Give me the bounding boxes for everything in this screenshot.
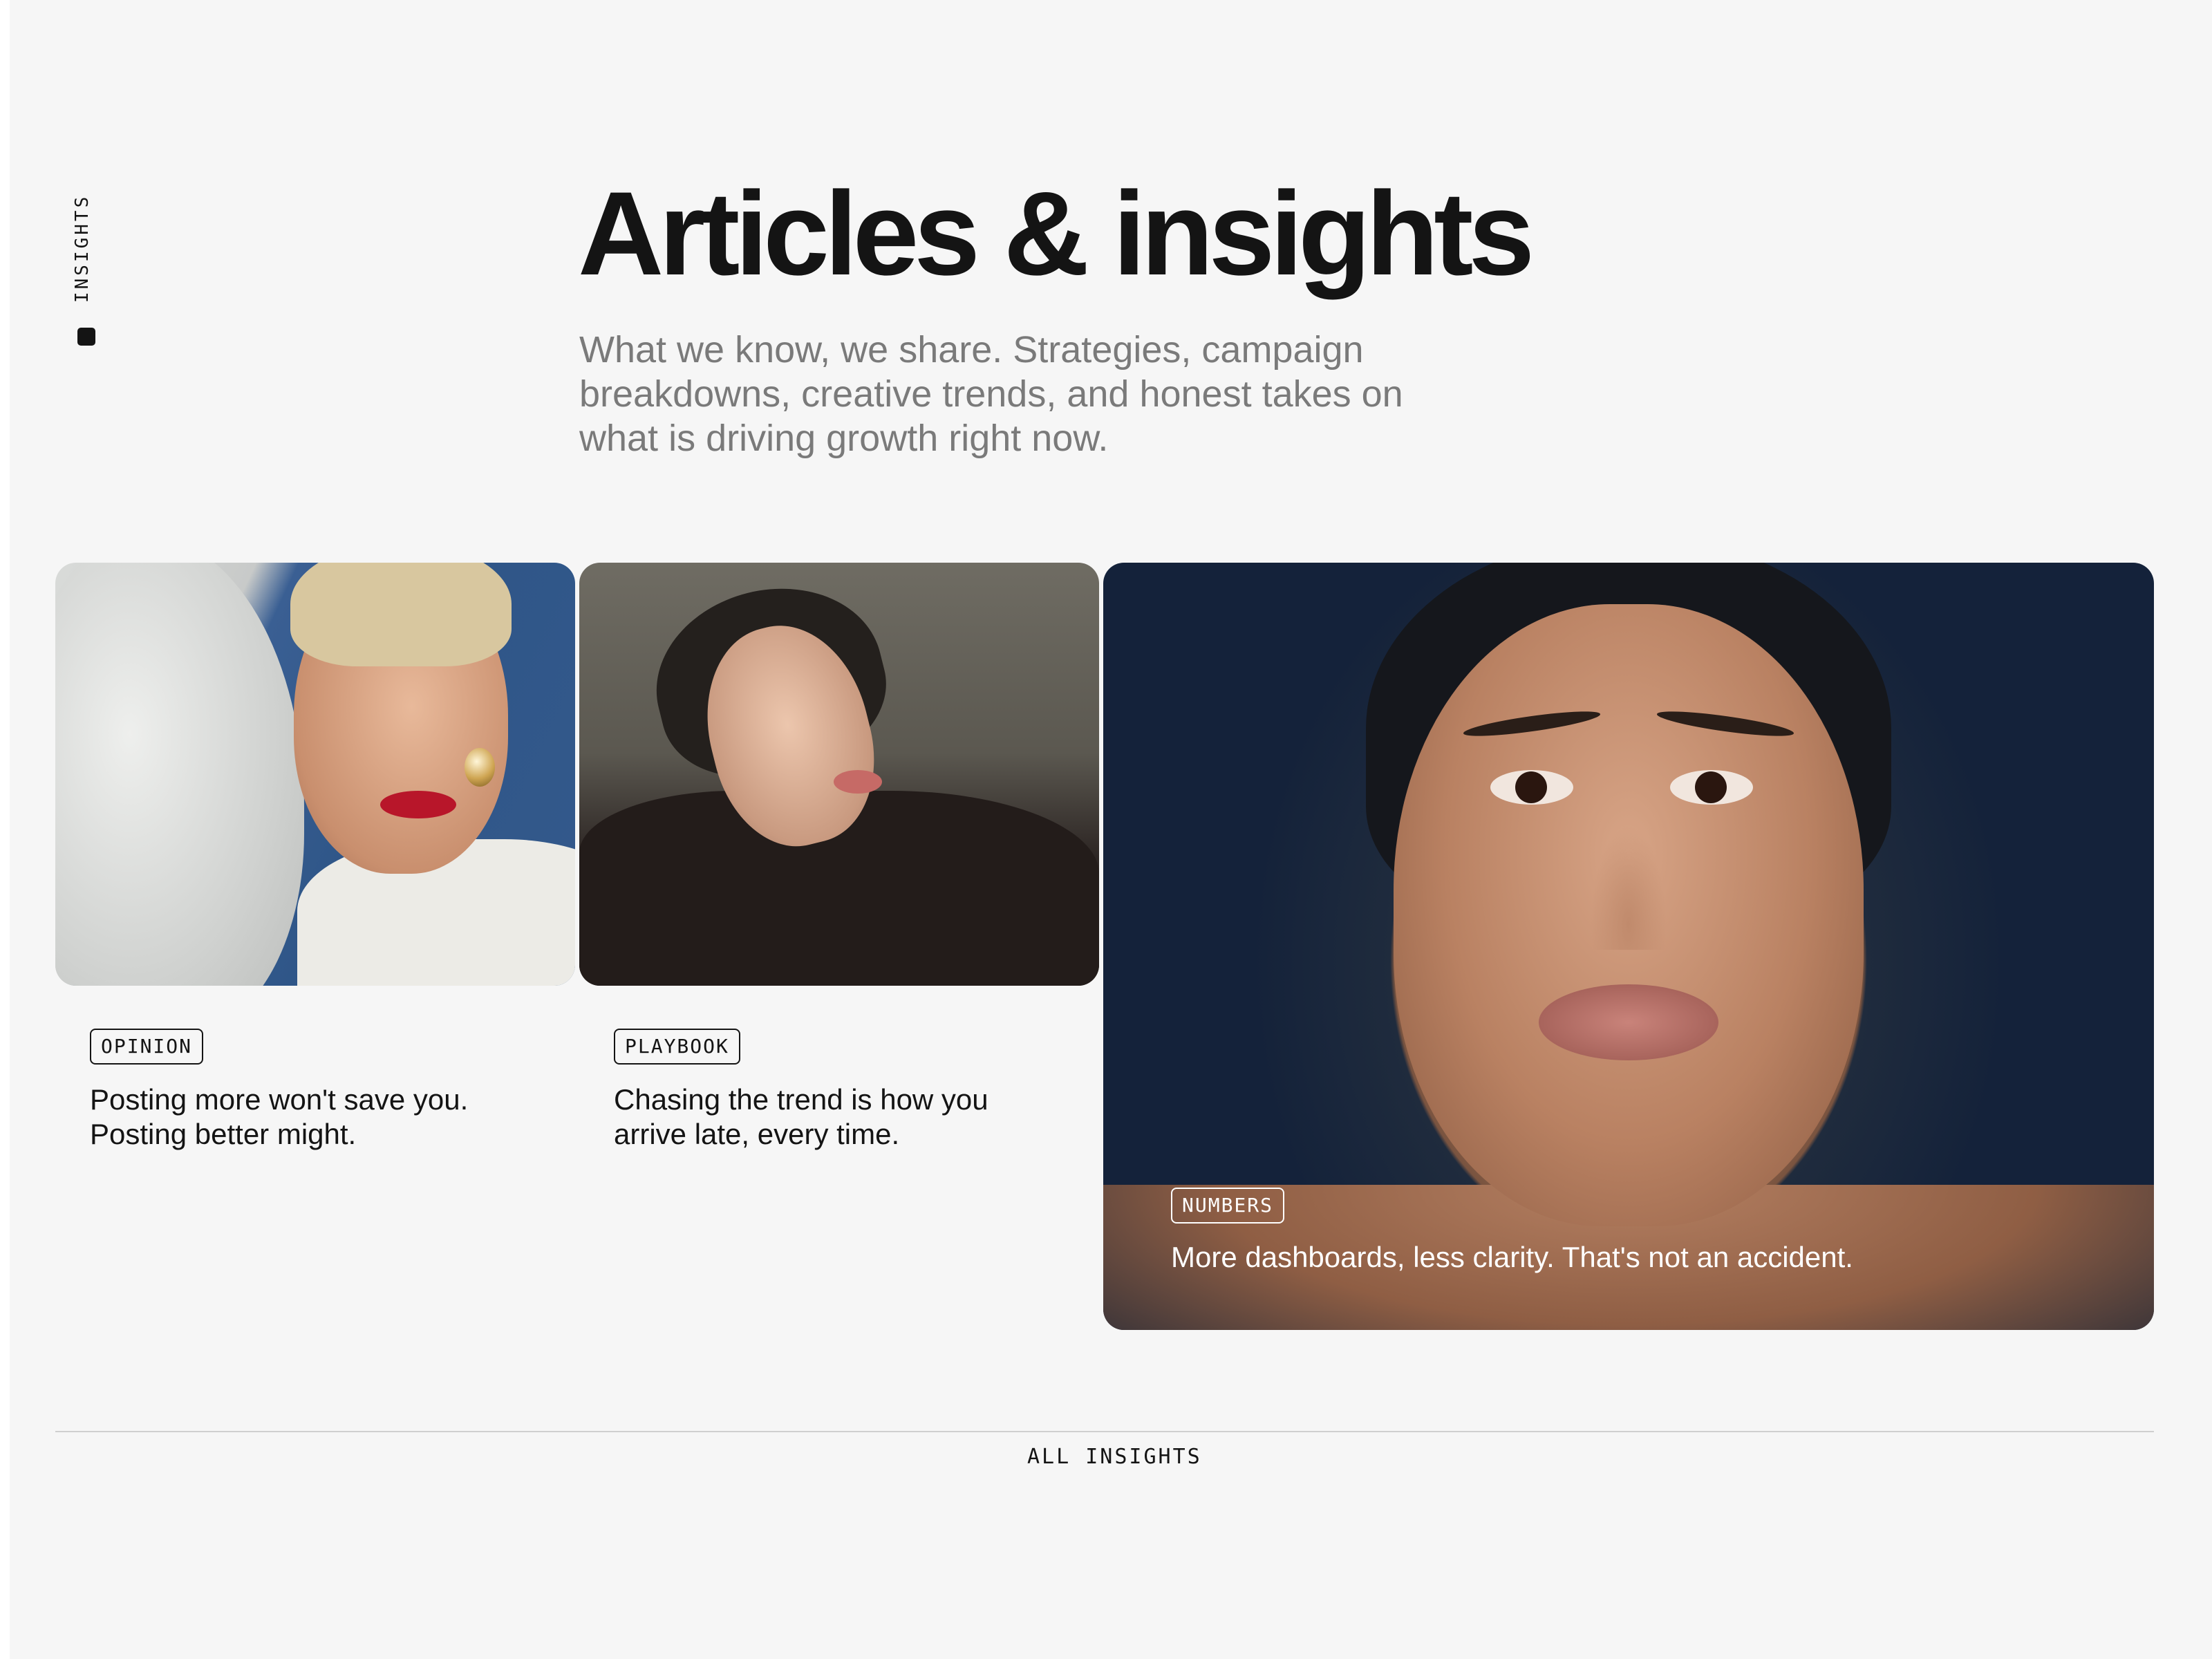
horse-shape [55,563,304,986]
square-bullet-icon [77,328,95,346]
article-card-image-1[interactable] [55,563,575,986]
article-card-image-2[interactable] [579,563,1099,986]
article-tag-playbook: PLAYBOOK [614,1029,740,1065]
article-tag-opinion: OPINION [90,1029,204,1065]
article-title-2[interactable]: Chasing the trend is how you arrive late… [614,1082,1001,1152]
side-label-text: INSIGHTS [72,194,93,303]
section-title: Articles & insights [578,167,1535,300]
section-side-label: INSIGHTS [61,192,112,346]
featured-article-title[interactable]: More dashboards, less clarity. That's no… [1171,1240,1931,1275]
section-intro: What we know, we share. Strategies, camp… [579,329,1403,459]
eye-shape [1670,770,1753,805]
earring-shape [465,748,495,787]
all-insights-link[interactable]: ALL INSIGHTS [1027,1445,1202,1469]
article-tag-numbers: NUMBERS [1171,1188,1285,1224]
lips-shape [1539,984,1718,1060]
divider [55,1431,2154,1432]
lips-shape [380,791,456,818]
page-edge [0,0,10,1659]
lips-shape [834,770,882,794]
eye-shape [1490,770,1573,805]
insights-section: INSIGHTS Articles & insights What we kno… [10,0,2212,1659]
hair-shape [290,563,512,666]
article-title-1[interactable]: Posting more won't save you. Posting bet… [90,1082,477,1152]
nose-shape [1591,825,1667,950]
